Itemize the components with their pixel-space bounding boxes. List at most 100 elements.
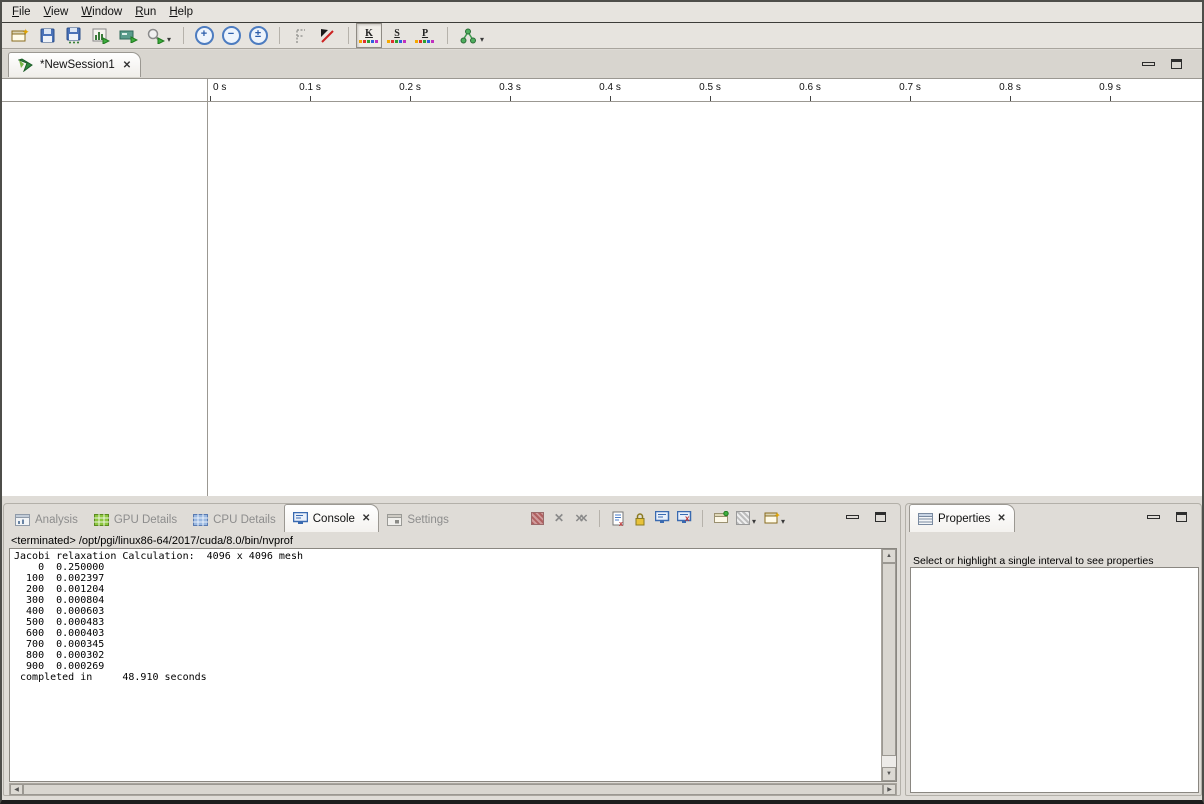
display-console-icon	[736, 511, 750, 525]
scroll-left-icon[interactable]: ◀	[10, 784, 23, 795]
new-session-button[interactable]: ✦	[7, 24, 33, 47]
properties-icon	[918, 513, 933, 525]
display-selected-console-button[interactable]	[732, 508, 754, 528]
color-by-process-button[interactable]: P	[412, 23, 438, 48]
remove-launch-button[interactable]: ✕	[548, 508, 570, 528]
console-view-tabs: Analysis GPU Details CPU Details	[7, 504, 457, 532]
menu-view[interactable]: View	[44, 6, 69, 18]
ruler-tick	[510, 96, 511, 101]
color-by-stream-button[interactable]: S	[384, 23, 410, 48]
process-p-stripes	[415, 40, 435, 43]
properties-view-tabs: Properties ✕	[909, 504, 1015, 532]
run-analysis-dropdown[interactable]: ▾	[167, 35, 171, 44]
tab-cpu-details[interactable]: CPU Details	[185, 508, 284, 532]
minimize-properties-button[interactable]	[1147, 515, 1160, 519]
timeline-editor: 0 s0.1 s0.2 s0.3 s0.4 s0.5 s0.6 s0.7 s0.…	[2, 78, 1202, 496]
ruler-tick	[210, 96, 211, 101]
scroll-down-icon[interactable]: ▼	[882, 767, 896, 781]
tab-analysis[interactable]: Analysis	[7, 508, 86, 532]
menu-file[interactable]: File	[12, 6, 31, 18]
tab-analysis-label: Analysis	[35, 514, 78, 526]
ruler-tick	[1010, 96, 1011, 101]
zoom-out-button[interactable]: −	[218, 24, 244, 47]
tab-gpu-details[interactable]: GPU Details	[86, 508, 185, 532]
maximize-properties-button[interactable]	[1176, 512, 1187, 522]
menu-window[interactable]: Window	[81, 6, 122, 18]
pin-console-button[interactable]	[710, 508, 732, 528]
clear-console-icon: x	[611, 511, 625, 526]
horizontal-scroll-thumb[interactable]	[23, 784, 883, 795]
call-tree-dropdown[interactable]: ▾	[480, 35, 484, 44]
call-tree-button[interactable]	[455, 24, 481, 47]
console-text-area[interactable]: Jacobi relaxation Calculation: 4096 x 40…	[9, 548, 897, 782]
ruler-tick-label: 0.7 s	[899, 82, 921, 93]
toolbar-separator	[702, 510, 703, 527]
menu-help[interactable]: Help	[169, 6, 193, 18]
tab-newsession1[interactable]: *NewSession1 ✕	[8, 52, 141, 77]
word-wrap-button[interactable]	[651, 508, 673, 528]
zoom-out-icon: −	[222, 26, 241, 45]
close-properties-icon[interactable]: ✕	[997, 513, 1005, 524]
ruler-tick	[910, 96, 911, 101]
ruler-tick	[810, 96, 811, 101]
scroll-right-icon[interactable]: ▶	[883, 784, 896, 795]
marker-flag-icon	[293, 28, 308, 44]
reset-zoom-button[interactable]	[314, 24, 340, 47]
properties-content-box	[910, 567, 1199, 793]
svg-text:✦: ✦	[22, 28, 29, 37]
remove-all-icon: ✕✕	[575, 512, 583, 525]
open-console-dropdown[interactable]: ▾	[781, 517, 785, 526]
console-view: Analysis GPU Details CPU Details	[3, 503, 901, 796]
show-summary-button[interactable]	[115, 24, 141, 47]
bar-chart-run-icon	[92, 28, 110, 44]
properties-view: Properties ✕ Select or highlight a singl…	[905, 503, 1202, 796]
ruler-baseline	[2, 101, 1202, 102]
reset-zoom-icon	[319, 28, 335, 44]
session-icon	[18, 58, 34, 72]
tab-settings[interactable]: Settings	[379, 508, 457, 532]
run-analysis-button[interactable]	[142, 24, 168, 47]
zoom-fit-button[interactable]: ±	[245, 24, 271, 47]
properties-hint-text: Select or highlight a single interval to…	[913, 555, 1153, 567]
console-process-label: <terminated> /opt/pgi/linux86-64/2017/cu…	[11, 535, 293, 547]
ruler-tick	[710, 96, 711, 101]
generate-timeline-button[interactable]	[88, 24, 114, 47]
console-vertical-scrollbar[interactable]: ▲ ▼	[881, 549, 896, 781]
magnifier-run-icon	[146, 28, 165, 44]
toolbar-separator	[348, 27, 349, 44]
timeline-row-divider[interactable]	[207, 79, 208, 496]
save-button[interactable]	[34, 24, 60, 47]
console-horizontal-scrollbar[interactable]: ◀ ▶	[9, 783, 897, 796]
tab-console[interactable]: Console ✕	[284, 504, 380, 532]
editor-tab-strip: *NewSession1 ✕	[2, 50, 1202, 78]
nvvp-window: File View Window Run Help ✦	[0, 0, 1204, 804]
marker-ruler-button[interactable]	[287, 24, 313, 47]
save-as-button[interactable]	[61, 24, 87, 47]
tab-properties[interactable]: Properties ✕	[909, 504, 1015, 532]
display-console-dropdown[interactable]: ▾	[752, 517, 756, 526]
show-console-on-output-button[interactable]: x	[673, 508, 695, 528]
close-console-icon[interactable]: ✕	[362, 513, 370, 524]
open-console-button[interactable]: ✦	[761, 508, 783, 528]
stream-s-stripes	[387, 40, 407, 43]
terminate-button[interactable]	[526, 508, 548, 528]
minimize-editor-button[interactable]	[1142, 62, 1155, 66]
scroll-up-icon[interactable]: ▲	[882, 549, 896, 563]
zoom-fit-icon: ±	[249, 26, 268, 45]
vertical-scroll-thumb[interactable]	[882, 563, 896, 756]
maximize-console-button[interactable]	[875, 512, 886, 522]
close-session-icon[interactable]: ✕	[123, 60, 131, 71]
minimize-console-button[interactable]	[846, 515, 859, 519]
scroll-lock-button[interactable]	[629, 508, 651, 528]
cpu-details-icon	[193, 514, 208, 526]
color-by-kernel-button[interactable]: K	[356, 23, 382, 48]
clear-console-button[interactable]: x	[607, 508, 629, 528]
properties-window-controls	[1147, 512, 1187, 522]
maximize-editor-button[interactable]	[1171, 59, 1182, 69]
menu-run[interactable]: Run	[135, 6, 156, 18]
remove-launch-icon: ✕	[554, 511, 564, 525]
tab-gpu-details-label: GPU Details	[114, 514, 177, 526]
zoom-in-button[interactable]: +	[191, 24, 217, 47]
remove-all-launches-button[interactable]: ✕✕	[570, 508, 592, 528]
call-tree-icon	[460, 28, 477, 44]
